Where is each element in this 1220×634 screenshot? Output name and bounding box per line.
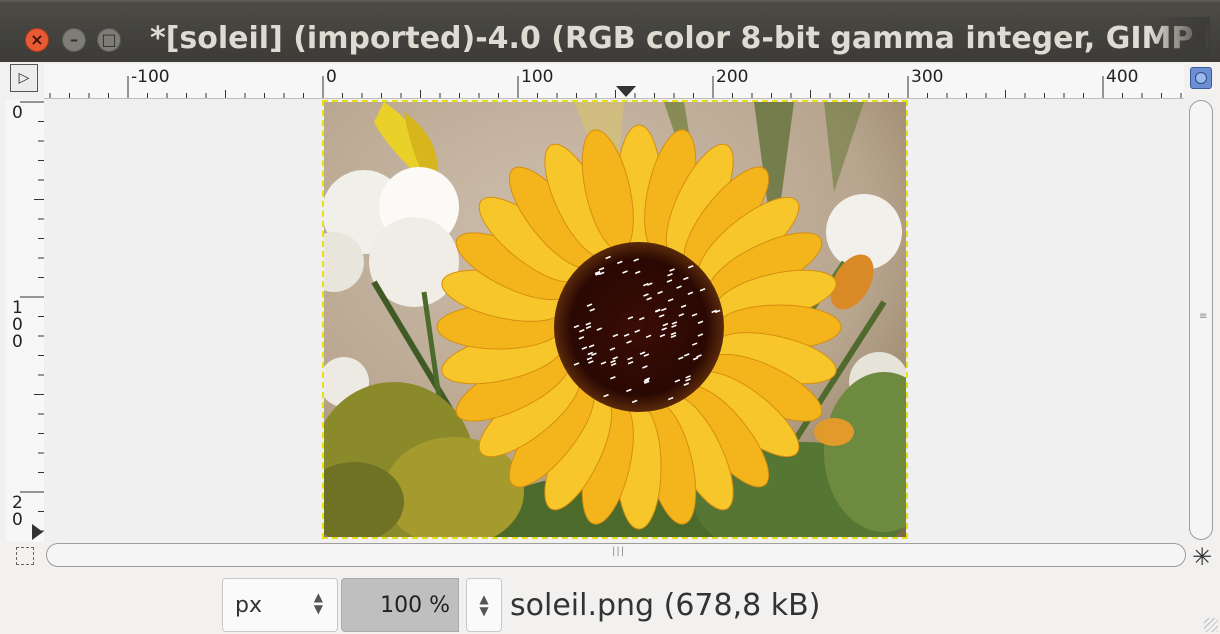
vertical-scrollbar[interactable]: ≡ — [1189, 100, 1213, 540]
quick-mask-icon[interactable] — [16, 547, 34, 565]
zoom-cross-icon[interactable]: ✳ — [1190, 545, 1214, 569]
ruler-label: 0 — [12, 332, 23, 352]
ruler-label: 400 — [1106, 67, 1138, 87]
ruler-label: 0 — [12, 103, 23, 123]
unit-select-value: px — [235, 593, 262, 618]
ruler-pointer-marker — [616, 86, 636, 97]
horizontal-scrollbar[interactable]: ||| — [46, 543, 1186, 567]
maximize-window-button[interactable]: □ — [97, 28, 121, 52]
ruler-corner-menu-button[interactable]: ▷ — [10, 64, 38, 92]
image-file-info: soleil.png (678,8 kB) — [510, 588, 821, 623]
triangle-right-icon: ▷ — [18, 70, 30, 86]
horizontal-scroll-grip[interactable]: ||| — [612, 546, 625, 557]
ruler-label: 0 — [12, 510, 23, 530]
sunflower-image — [324, 102, 906, 537]
ruler-label: 100 — [521, 67, 553, 87]
close-window-button[interactable]: × — [25, 28, 49, 52]
ruler-pointer-marker — [32, 524, 43, 540]
ruler-label: 200 — [716, 67, 748, 87]
chevron-updown-icon: ▲ ▼ — [479, 592, 489, 618]
zoom-input[interactable]: 100 % — [341, 578, 459, 632]
vertical-scroll-grip[interactable]: ≡ — [1199, 311, 1207, 322]
window-resize-grip[interactable] — [1204, 618, 1218, 632]
navigate-icon — [1195, 72, 1207, 84]
ruler-label: 300 — [911, 67, 943, 87]
minimize-window-button[interactable]: – — [62, 28, 86, 52]
title-fade — [1150, 17, 1210, 61]
zoom-dropdown-button[interactable]: ▲ ▼ — [466, 578, 502, 632]
chevron-updown-icon: ▲ ▼ — [313, 590, 323, 616]
ruler-label: -100 — [131, 67, 170, 87]
image-canvas[interactable] — [322, 100, 908, 539]
ruler-label: 0 — [326, 67, 337, 87]
window-title: *[soleil] (imported)-4.0 (RGB color 8-bi… — [150, 17, 1210, 61]
zoom-value: 100 % — [380, 593, 450, 618]
navigate-button[interactable] — [1190, 67, 1212, 89]
horizontal-ruler[interactable]: -100 0 100 200 300 400 — [44, 64, 1184, 99]
vertical-ruler[interactable]: 010020 — [6, 100, 44, 542]
window-title-text: *[soleil] (imported)-4.0 (RGB color 8-bi… — [150, 21, 1210, 56]
unit-select[interactable]: px ▲ ▼ — [222, 578, 338, 632]
window-titlebar: × – □ *[soleil] (imported)-4.0 (RGB colo… — [0, 0, 1220, 62]
